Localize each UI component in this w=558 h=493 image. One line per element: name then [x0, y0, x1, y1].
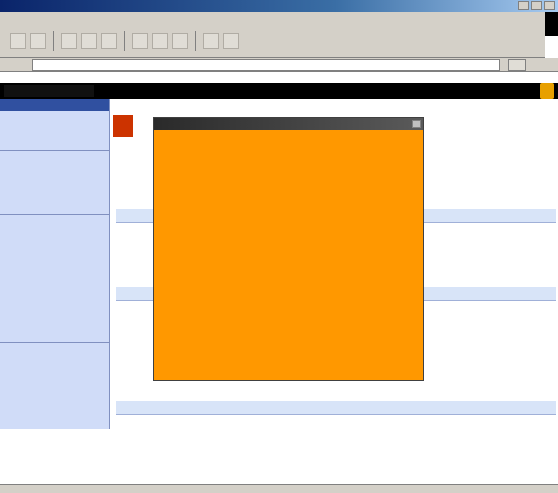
- info-line: [470, 169, 552, 177]
- nav-section: [0, 151, 109, 215]
- popup-title-bar[interactable]: [154, 118, 423, 130]
- popup-window: [153, 117, 424, 381]
- toolbar: [0, 24, 545, 58]
- nav-item[interactable]: [0, 275, 109, 283]
- info-line: [470, 185, 552, 193]
- nav-item[interactable]: [0, 227, 109, 235]
- close-button[interactable]: [544, 1, 555, 10]
- nav-section: [0, 111, 109, 151]
- nav-item[interactable]: [0, 163, 109, 171]
- nav-item[interactable]: [0, 139, 109, 147]
- nav-section-title[interactable]: [0, 113, 109, 123]
- popup-line: [154, 263, 423, 276]
- search-icon[interactable]: [132, 32, 148, 49]
- toolbar-separator: [124, 30, 125, 51]
- popup-line: [154, 187, 423, 200]
- home-icon[interactable]: [101, 32, 117, 49]
- forward-icon[interactable]: [30, 32, 46, 49]
- back-icon[interactable]: [10, 32, 26, 49]
- nav-top-label: [0, 99, 109, 111]
- nav-item[interactable]: [0, 243, 109, 251]
- nav-item[interactable]: [0, 283, 109, 291]
- nav-item[interactable]: [0, 331, 109, 339]
- stop-icon[interactable]: [61, 32, 77, 49]
- popup-heading: [154, 136, 423, 149]
- info-line: [470, 177, 552, 185]
- nav-section-title[interactable]: [0, 217, 109, 227]
- nav-item[interactable]: [0, 235, 109, 243]
- address-input[interactable]: [32, 59, 500, 71]
- toolbar-separator: [53, 30, 54, 51]
- popup-line: [154, 225, 423, 238]
- history-icon[interactable]: [172, 32, 188, 49]
- nav-item[interactable]: [0, 323, 109, 331]
- window-controls: [518, 1, 555, 10]
- nav-item[interactable]: [0, 299, 109, 307]
- nav-section: [0, 215, 109, 343]
- favorites-icon[interactable]: [152, 32, 168, 49]
- refresh-icon[interactable]: [81, 32, 97, 49]
- site-header: [0, 83, 558, 99]
- popup-body: [154, 130, 423, 276]
- menu-bar: [0, 12, 545, 24]
- site-logo-icon: [113, 115, 133, 137]
- nav-item[interactable]: [0, 307, 109, 315]
- nav-item[interactable]: [0, 315, 109, 323]
- mail-icon[interactable]: [203, 32, 219, 49]
- info-line: [470, 161, 552, 169]
- status-bar: [0, 484, 558, 493]
- nav-item[interactable]: [0, 251, 109, 259]
- nav-section-title[interactable]: [0, 153, 109, 163]
- browser-logo-icon: [545, 12, 558, 36]
- minimize-button[interactable]: [518, 1, 529, 10]
- nav-item[interactable]: [0, 131, 109, 139]
- popup-line: [154, 174, 423, 187]
- header-badge-icon: [540, 83, 554, 99]
- nav-item[interactable]: [0, 179, 109, 187]
- go-button[interactable]: [508, 59, 526, 71]
- nav-item[interactable]: [0, 259, 109, 267]
- nav-item[interactable]: [0, 187, 109, 195]
- info-block: [470, 161, 552, 193]
- maximize-button[interactable]: [531, 1, 542, 10]
- popup-close-button[interactable]: [412, 120, 421, 128]
- nav-item[interactable]: [0, 267, 109, 275]
- nav-item[interactable]: [0, 291, 109, 299]
- nav-item[interactable]: [0, 123, 109, 131]
- popup-heading: [154, 212, 423, 225]
- section-title: [116, 401, 556, 415]
- popup-heading: [154, 250, 423, 263]
- site-logo[interactable]: [4, 85, 94, 97]
- left-navigation: [0, 99, 110, 429]
- links-button[interactable]: [530, 59, 556, 71]
- address-bar: [0, 58, 558, 72]
- nav-item[interactable]: [0, 203, 109, 211]
- nav-item[interactable]: [0, 171, 109, 179]
- nav-item[interactable]: [0, 195, 109, 203]
- print-icon[interactable]: [223, 32, 239, 49]
- window-title-bar: [0, 0, 558, 12]
- popup-heading: [154, 161, 423, 174]
- toolbar-separator: [195, 30, 196, 51]
